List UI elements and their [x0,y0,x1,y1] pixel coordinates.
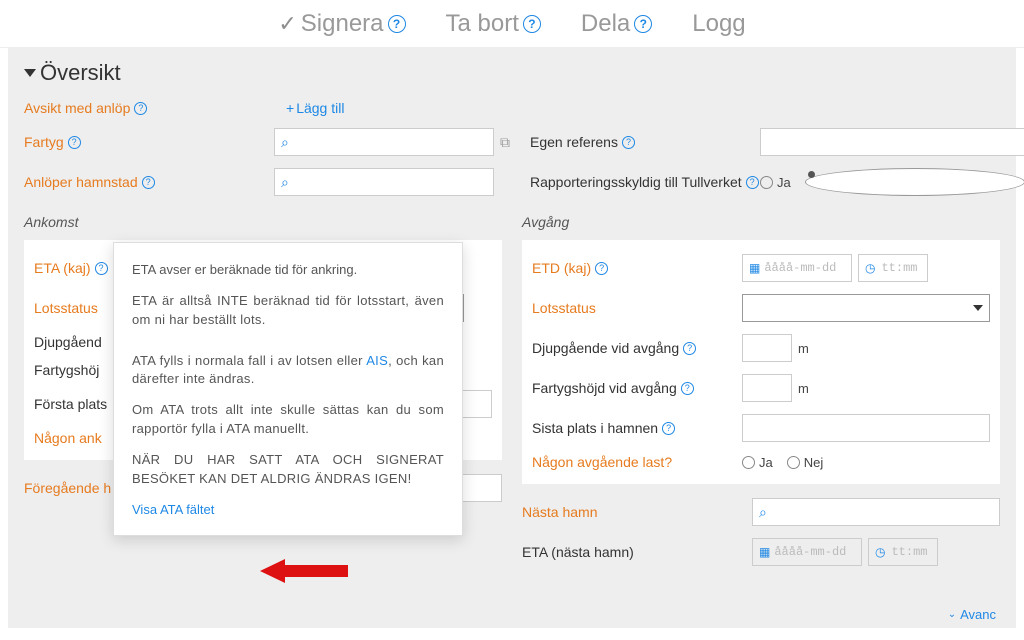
log-label: Logg [692,10,745,38]
calendar-icon: ▦ [749,261,758,276]
annotation-arrow-icon [260,556,350,586]
check-icon: ✓ [278,11,296,37]
etanext-time-input[interactable]: ◷tt:mm [868,538,938,566]
search-icon: ⌕ [281,134,289,151]
departure-pilot-select[interactable] [742,294,990,322]
departure-pilot-label: Lotsstatus [532,300,742,316]
yes-label: Ja [759,455,773,470]
departure-draft-label: Djupgående vid avgång ? [532,340,742,356]
arrival-title: Ankomst [24,214,502,230]
ownref-label: Egen referens ? [530,134,760,150]
next-port-label: Nästa hamn [522,504,752,520]
customs-label: Rapporteringsskyldig till Tullverket ? [530,174,760,190]
help-icon[interactable]: ? [388,15,406,33]
dep-cargo-yes-radio[interactable] [742,456,755,469]
customs-yes-radio[interactable] [760,176,773,189]
customs-no-radio[interactable] [805,168,1024,196]
etd-label: ETD (kaj) ? [532,260,742,276]
clock-icon: ◷ [875,545,885,560]
tooltip-text: ATA fylls i normala fall i av lotsen ell… [132,352,444,390]
copy-icon[interactable]: ⧉ [500,134,510,151]
port-input[interactable]: ⌕ [274,168,494,196]
departure-last-label: Sista plats i hamnen ? [532,420,742,436]
caret-down-icon [24,69,36,77]
delete-label: Ta bort [446,10,519,38]
unit-m: m [798,341,809,356]
advanced-toggle[interactable]: ⌄ Avanc [948,607,996,622]
help-icon[interactable]: ? [746,176,759,189]
vessel-input[interactable]: ⌕ [274,128,494,156]
departure-title: Avgång [522,214,1000,230]
show-ata-link[interactable]: Visa ATA fältet [132,502,214,517]
tooltip-text: ETA är alltså INTE beräknad tid för lots… [132,292,444,330]
chevron-down-icon [973,305,983,311]
tooltip-text: NÄR DU HAR SATT ATA OCH SIGNERAT BESÖKET… [132,451,444,489]
tooltip-text: Om ATA trots allt inte skulle sättas kan… [132,401,444,439]
etd-time-input[interactable]: ◷tt:mm [858,254,928,282]
departure-height-input[interactable] [742,374,792,402]
chevron-down-icon: ⌄ [948,609,956,620]
ais-link[interactable]: AIS [366,353,388,368]
log-action[interactable]: Logg [692,10,745,38]
departure-draft-input[interactable] [742,334,792,362]
help-icon[interactable]: ? [683,342,696,355]
share-action[interactable]: Dela ? [581,10,652,38]
eta-tooltip: ETA avser er beräknade tid för ankring. … [113,242,463,536]
ownref-input[interactable] [760,128,1024,156]
next-port-input[interactable]: ⌕ [752,498,1000,526]
intent-row: Avsikt med anlöp ? +Lägg till [24,100,1000,116]
etanext-label: ETA (nästa hamn) [522,544,752,560]
tooltip-text: ETA avser er beräknade tid för ankring. [132,261,444,280]
etanext-date-input[interactable]: ▦åååå-mm-dd [752,538,862,566]
departure-last-input[interactable] [742,414,990,442]
dep-cargo-no-radio[interactable] [787,456,800,469]
help-icon[interactable]: ? [634,15,652,33]
search-icon: ⌕ [759,504,767,521]
share-label: Dela [581,10,630,38]
plus-icon: + [286,100,294,116]
add-intent-link[interactable]: +Lägg till [286,100,344,116]
vessel-label: Fartyg ? [24,134,274,150]
help-icon[interactable]: ? [134,102,147,115]
clock-icon: ◷ [865,261,875,276]
overview-title: Översikt [40,60,121,86]
delete-action[interactable]: Ta bort ? [446,10,541,38]
no-label: Nej [804,455,824,470]
port-label: Anlöper hamnstad ? [24,174,274,190]
overview-title-row[interactable]: Översikt [24,60,1000,86]
intent-label: Avsikt med anlöp ? [24,100,286,116]
search-icon: ⌕ [281,174,289,191]
help-icon[interactable]: ? [622,136,635,149]
help-icon[interactable]: ? [68,136,81,149]
help-icon[interactable]: ? [681,382,694,395]
calendar-icon: ▦ [759,545,768,560]
top-action-bar: ✓ Signera ? Ta bort ? Dela ? Logg [0,0,1024,48]
etd-date-input[interactable]: ▦åååå-mm-dd [742,254,852,282]
sign-action[interactable]: ✓ Signera ? [278,10,405,38]
unit-m: m [798,381,809,396]
help-icon[interactable]: ? [95,262,108,275]
help-icon[interactable]: ? [662,422,675,435]
departure-height-label: Fartygshöjd vid avgång ? [532,380,742,396]
help-icon[interactable]: ? [595,262,608,275]
sign-label: Signera [301,10,384,38]
help-icon[interactable]: ? [142,176,155,189]
departure-box: ETD (kaj) ? ▦åååå-mm-dd ◷tt:mm Lotsstatu… [522,240,1000,484]
help-icon[interactable]: ? [523,15,541,33]
departure-cargo-label: Någon avgående last? [532,454,742,470]
yes-label: Ja [777,175,791,190]
